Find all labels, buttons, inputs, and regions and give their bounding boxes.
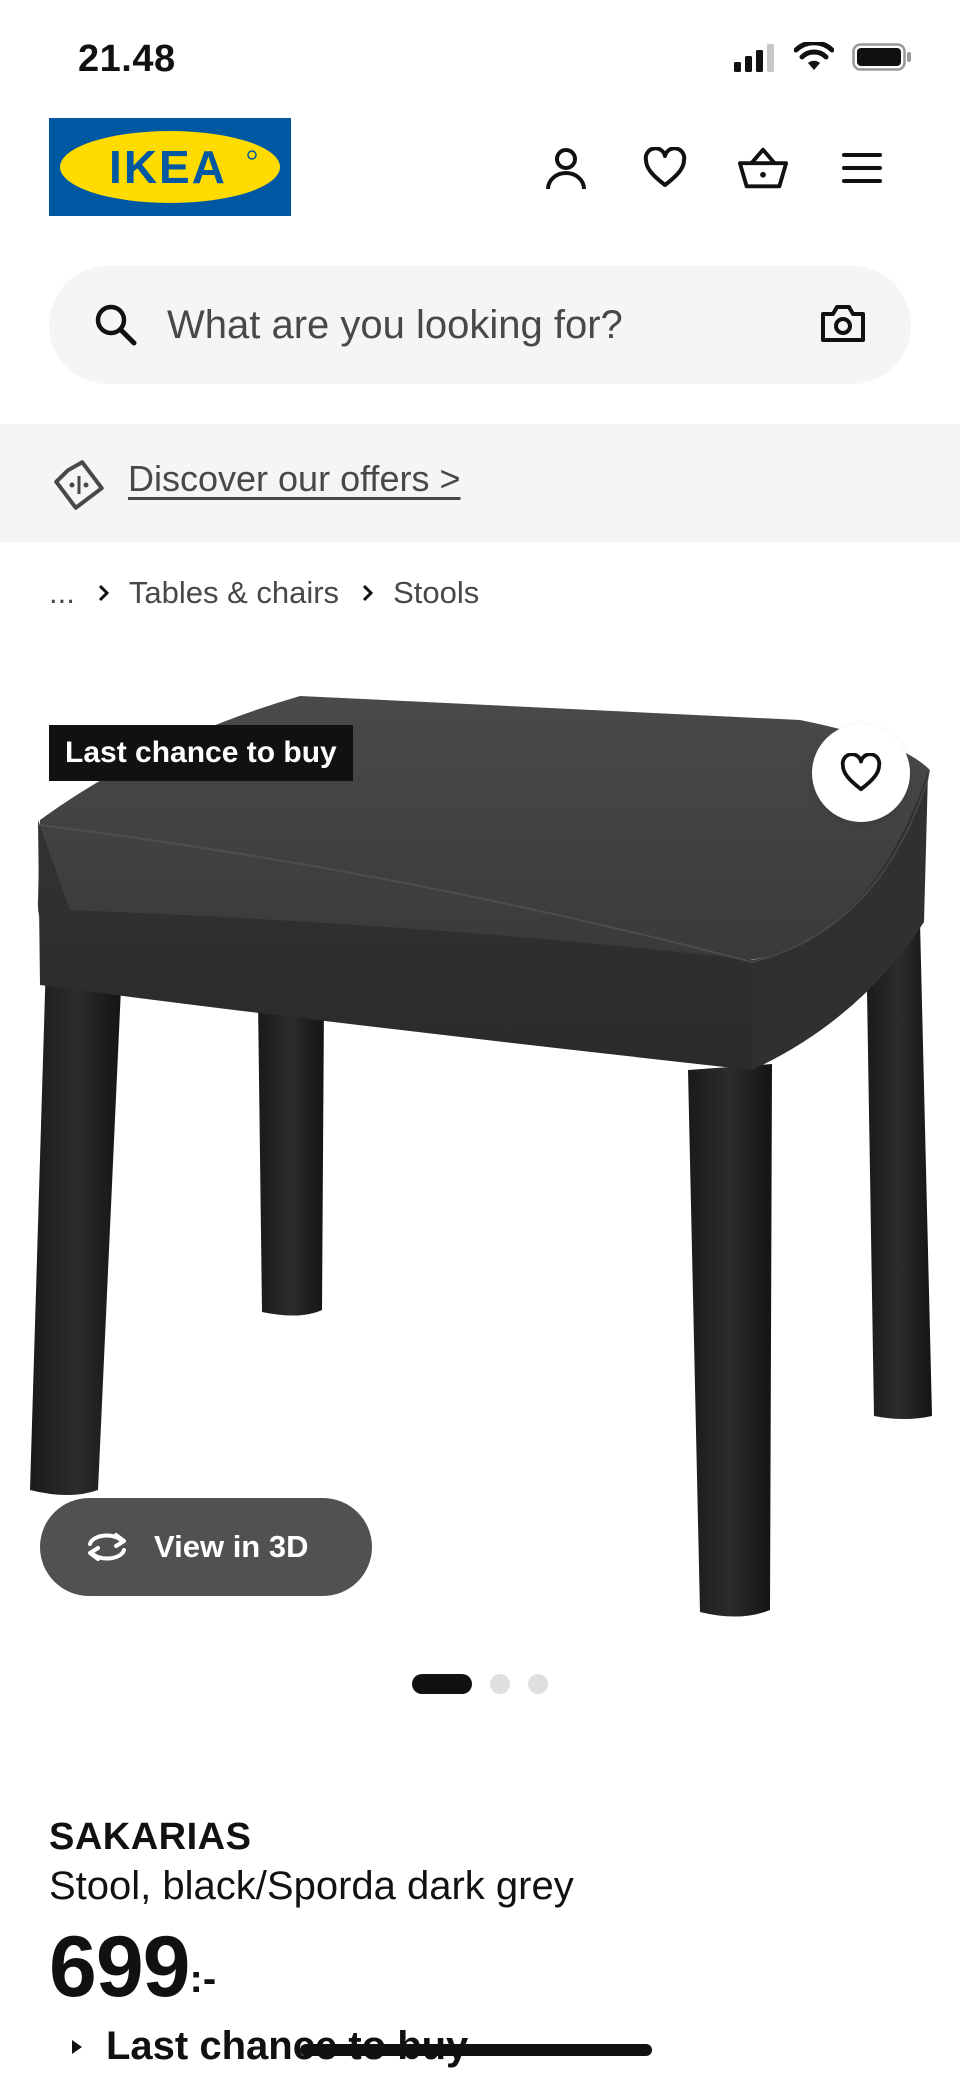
wishlist-heart-icon[interactable]: [639, 142, 691, 194]
breadcrumb: ... Tables & chairs Stools: [49, 570, 479, 616]
status-icons: [732, 40, 912, 77]
breadcrumb-item-stools[interactable]: Stools: [393, 575, 479, 611]
search-input[interactable]: [167, 292, 767, 358]
discover-offers-link[interactable]: Discover our offers >: [128, 458, 460, 500]
shopping-bag-icon[interactable]: [737, 142, 789, 194]
carousel-dot-2[interactable]: [490, 1674, 510, 1694]
wifi-icon: [793, 40, 835, 77]
search-bar[interactable]: [49, 266, 911, 384]
status-bar: 21.48: [0, 0, 960, 120]
price-suffix: :-: [189, 1957, 217, 2001]
profile-icon[interactable]: [540, 142, 592, 194]
chevron-right-icon: [97, 583, 111, 603]
product-image[interactable]: [0, 660, 960, 1640]
home-indicator[interactable]: [300, 2044, 652, 2056]
caret-right-icon: [72, 2039, 82, 2054]
carousel-dot-3[interactable]: [528, 1674, 548, 1694]
logo-text: IKEA: [109, 141, 227, 193]
product-name: SAKARIAS: [49, 1816, 252, 1858]
view-in-3d-label: View in 3D: [154, 1529, 309, 1564]
rotate-3d-icon: [88, 1533, 126, 1561]
last-chance-badge: Last chance to buy: [49, 725, 353, 781]
cellular-signal-icon: [732, 42, 776, 77]
price-integer: 699: [49, 1919, 190, 2015]
site-header: IKEA: [0, 118, 960, 218]
add-to-favourites-button[interactable]: [812, 724, 910, 822]
price-tag-icon: [52, 458, 106, 517]
view-in-3d-button[interactable]: View in 3D: [40, 1498, 372, 1596]
breadcrumb-ellipsis[interactable]: ...: [49, 575, 75, 611]
camera-search-icon[interactable]: [819, 302, 867, 349]
breadcrumb-item-tables-chairs[interactable]: Tables & chairs: [129, 575, 339, 611]
ikea-logo-graphic: IKEA: [60, 131, 280, 203]
status-time: 21.48: [78, 38, 176, 80]
carousel-dot-1[interactable]: [412, 1674, 472, 1694]
search-icon[interactable]: [93, 302, 137, 351]
offers-banner: Discover our offers >: [0, 424, 960, 542]
menu-icon[interactable]: [836, 142, 888, 194]
stool-image: [30, 696, 932, 1617]
image-carousel-dots: [0, 1674, 960, 1694]
product-price: 699 :-: [49, 1924, 216, 2010]
product-description: Stool, black/Sporda dark grey: [49, 1864, 574, 1908]
battery-icon: [852, 42, 912, 77]
chevron-right-icon: [361, 583, 375, 603]
ikea-logo[interactable]: IKEA: [49, 118, 291, 216]
heart-icon: [840, 753, 882, 792]
